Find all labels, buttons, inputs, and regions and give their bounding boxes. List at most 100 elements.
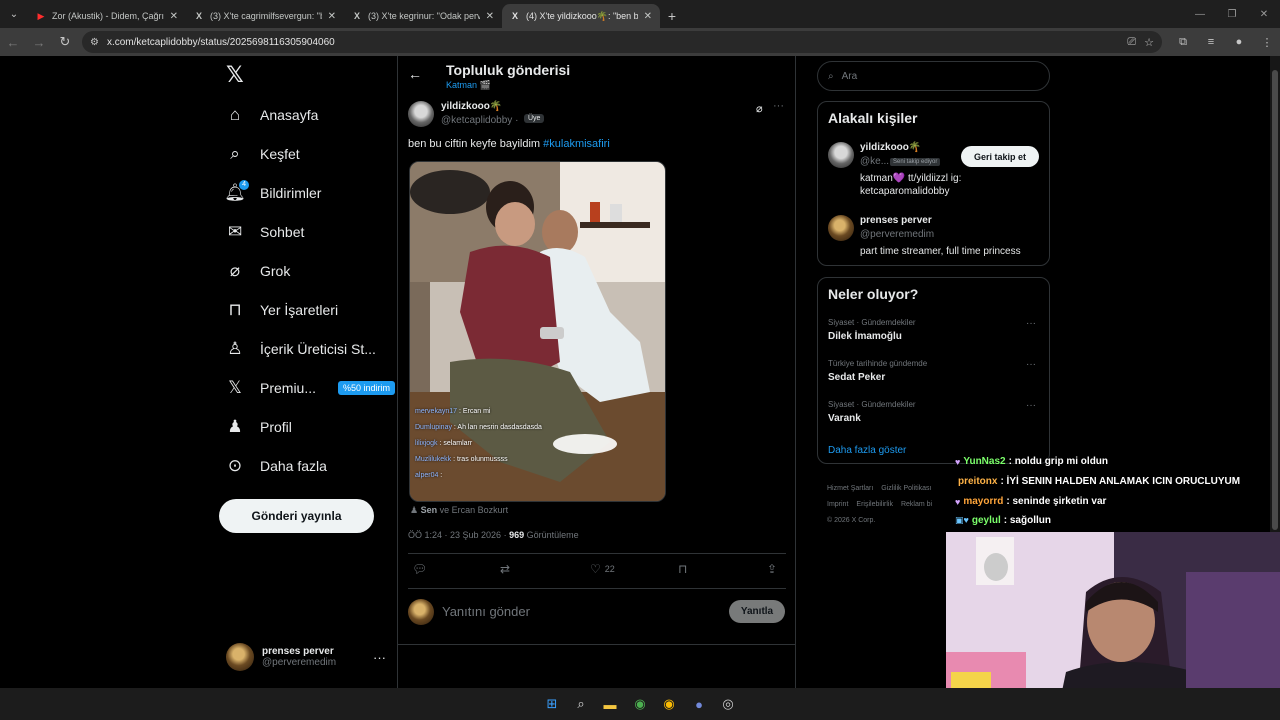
community-link[interactable]: Katman 🎬 xyxy=(446,80,491,91)
address-bar[interactable]: ⚙ x.com/ketcaplidobby/status/20256981163… xyxy=(82,31,1162,53)
minimize-icon[interactable]: — xyxy=(1184,0,1216,28)
browser-tab-active[interactable]: X (4) X'te yildizkooo🌴: "ben bu ✕ xyxy=(502,4,660,28)
hashtag-link[interactable]: #kulakmisafiri xyxy=(543,138,610,150)
show-more-link[interactable]: Daha fazla göster xyxy=(828,445,906,456)
account-switcher[interactable]: prenses perver @perveremedim ··· xyxy=(226,641,386,673)
author-handle[interactable]: @ketcaplidobby · xyxy=(441,115,518,126)
browser-tab[interactable]: X (3) X'te cagrimilfsevergun: "buz ✕ xyxy=(186,4,344,28)
x-icon: X xyxy=(511,11,518,21)
post-button[interactable]: Gönderi yayınla xyxy=(219,499,374,533)
chrome-icon[interactable]: ◉ xyxy=(659,694,679,714)
windows-start-icon[interactable]: ⊞ xyxy=(542,694,562,714)
nav-messages[interactable]: ✉ Sohbet xyxy=(224,214,305,250)
more-icon[interactable]: ··· xyxy=(1026,318,1036,329)
tagged-users[interactable]: ♟ Sen ve Ercan Bozkurt xyxy=(410,505,508,516)
follow-back-button[interactable]: Geri takip et xyxy=(961,146,1039,167)
trend-item[interactable]: Dilek İmamoğlu xyxy=(828,331,902,342)
close-icon[interactable]: ✕ xyxy=(486,11,494,22)
post-video[interactable]: mervekayn17 : Ercan mi Dumlupinay : Ah l… xyxy=(409,161,666,502)
more-icon[interactable]: ··· xyxy=(1026,359,1036,370)
search-input[interactable]: ⌕ Ara xyxy=(817,61,1050,91)
profile-icon[interactable]: ● xyxy=(1226,29,1252,55)
nav-label: Profil xyxy=(260,419,292,435)
tab-search-button[interactable]: ⌄ xyxy=(0,0,28,28)
reply-button[interactable]: Yanıtla xyxy=(729,600,785,623)
like-button[interactable]: ♡ 22 xyxy=(590,562,615,576)
reply-input[interactable]: Yanıtını gönder xyxy=(442,604,530,619)
nav-notifications[interactable]: 🔔︎ 4 Bildirimler xyxy=(224,175,321,211)
person-handle[interactable]: @ke... xyxy=(860,156,889,167)
nav-home[interactable]: ⌂ Anasayfa xyxy=(224,97,319,133)
badge-icon: ♥ xyxy=(955,496,961,507)
nav-more[interactable]: ⊙ Daha fazla xyxy=(224,448,327,484)
stream-chat-line: ♥ mayorrd : seninde şirketin var xyxy=(955,496,1106,507)
nav-label: İçerik Üreticisi St... xyxy=(260,341,376,357)
nav-creator-studio[interactable]: ♙ İçerik Üreticisi St... xyxy=(224,331,376,367)
back-arrow-icon[interactable]: ← xyxy=(408,66,422,82)
browser-toolbar: ← → ↻ ⚙ x.com/ketcaplidobby/status/20256… xyxy=(0,28,1280,56)
reading-list-icon[interactable]: ≡ xyxy=(1198,29,1224,55)
x-logo-icon[interactable]: 𝕏 xyxy=(226,64,248,86)
footer-link[interactable]: Gizlilik Politikası xyxy=(881,485,931,492)
person-name[interactable]: prenses perver xyxy=(860,215,932,226)
more-icon[interactable]: ··· xyxy=(1026,400,1036,411)
close-icon[interactable]: ✕ xyxy=(328,11,336,22)
post-time: ÖÖ 1:24 · 23 Şub 2026 · xyxy=(408,530,510,540)
reply-icon[interactable]: 💬︎ xyxy=(412,562,427,576)
repost-icon[interactable]: ⇄ xyxy=(500,562,510,576)
browser-tab[interactable]: X (3) X'te kegrinur: "Odak perveri ✕ xyxy=(344,4,502,28)
footer-link[interactable]: Imprint xyxy=(827,501,848,508)
person-handle[interactable]: @perveremedim xyxy=(860,229,934,240)
account-handle: @perveremedim xyxy=(262,657,337,668)
install-icon[interactable]: ⎚ xyxy=(1127,36,1136,49)
close-icon[interactable]: ✕ xyxy=(170,11,178,22)
more-icon[interactable]: ··· xyxy=(373,650,386,665)
panel-title: Neler oluyor? xyxy=(828,286,919,302)
author-avatar[interactable] xyxy=(408,101,434,127)
person-bio: katman💜 tt/yildiizzl ig: ketcaparomalido… xyxy=(860,173,962,197)
new-tab-button[interactable]: + xyxy=(660,4,684,28)
menu-icon[interactable]: ⋮ xyxy=(1254,29,1280,55)
nav-label: Anasayfa xyxy=(260,107,319,123)
home-icon: ⌂ xyxy=(229,105,241,124)
discord-icon[interactable]: ● xyxy=(689,694,709,714)
bookmark-icon[interactable]: ⊓ xyxy=(678,562,687,576)
avatar[interactable] xyxy=(828,215,854,241)
person-name[interactable]: yildizkooo🌴 xyxy=(860,142,921,153)
nav-grok[interactable]: ⌀ Grok xyxy=(224,253,290,289)
browser-tab[interactable]: ▶ Zor (Akustik) - Didem, Çağrı Ers ✕ xyxy=(28,4,186,28)
chrome-icon[interactable]: ◉ xyxy=(630,694,650,714)
nav-bookmarks[interactable]: ⊓ Yer İşaretleri xyxy=(224,292,338,328)
grok-icon[interactable]: ⌀ xyxy=(756,102,763,115)
extensions-icon[interactable]: ⧉ xyxy=(1170,29,1196,55)
more-icon[interactable]: ··· xyxy=(773,100,784,112)
notification-badge: 4 xyxy=(239,180,249,190)
related-people-panel: Alakalı kişiler yildizkooo🌴 @ke... Seni … xyxy=(817,101,1050,266)
nav-explore[interactable]: ⌕ Keşfet xyxy=(224,136,299,172)
steam-icon[interactable]: ◎ xyxy=(718,694,738,714)
back-icon[interactable]: ← xyxy=(0,29,26,55)
footer-link[interactable]: Reklam bi xyxy=(901,501,932,508)
file-explorer-icon[interactable]: ▬ xyxy=(600,694,620,714)
restore-icon[interactable]: ❐ xyxy=(1216,0,1248,28)
forward-icon[interactable]: → xyxy=(26,29,52,55)
avatar xyxy=(408,599,434,625)
trend-item[interactable]: Sedat Peker xyxy=(828,372,885,383)
video-frame xyxy=(410,162,665,501)
nav-premium[interactable]: 𝕏 Premiu... %50 indirim xyxy=(224,370,396,406)
close-icon[interactable]: ✕ xyxy=(644,11,652,22)
trend-item[interactable]: Varank xyxy=(828,413,861,424)
search-icon[interactable]: ⌕ xyxy=(571,694,591,714)
site-info-icon[interactable]: ⚙ xyxy=(90,37,99,48)
avatar[interactable] xyxy=(828,142,854,168)
footer-link[interactable]: Hizmet Şartları xyxy=(827,485,873,492)
nav-profile[interactable]: ♟ Profil xyxy=(224,409,292,445)
footer-link[interactable]: Erişilebilirlik xyxy=(856,501,893,508)
close-window-icon[interactable]: ✕ xyxy=(1248,0,1280,28)
reload-icon[interactable]: ↻ xyxy=(52,29,78,55)
share-icon[interactable]: ⇪ xyxy=(767,562,777,576)
author-name[interactable]: yildizkooo🌴 xyxy=(441,101,502,112)
bookmark-star-icon[interactable]: ☆ xyxy=(1144,36,1154,49)
scrollbar-thumb[interactable] xyxy=(1272,70,1278,530)
post-actions: 💬︎ ⇄ ♡ 22 ⊓ ⇪ xyxy=(408,562,786,582)
